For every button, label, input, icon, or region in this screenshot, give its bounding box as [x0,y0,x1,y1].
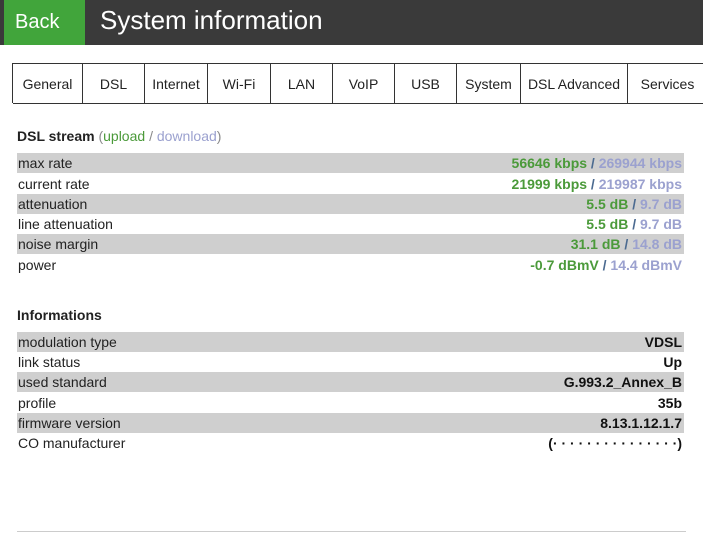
row-value: 35b [657,395,682,411]
row-value: 8.13.1.12.1.7 [600,415,682,431]
row-value: 5.5 dB / 9.7 dB [586,216,682,232]
header-bar: Back System information [0,0,703,45]
informations-heading: Informations [17,307,102,323]
row-label: CO manufacturer [18,435,126,451]
dsl-row-line-attenuation: line attenuation 5.5 dB / 9.7 dB [17,214,684,234]
row-value: 31.1 dB / 14.8 dB [570,236,682,252]
row-value: -0.7 dBmV / 14.4 dBmV [530,257,682,273]
info-row-profile: profile 35b [17,393,684,413]
tab-usb[interactable]: USB [395,64,457,104]
info-row-link-status: link status Up [17,352,684,372]
dsl-row-current-rate: current rate 21999 kbps / 219987 kbps [17,174,684,194]
paren-close: ) [216,128,222,144]
row-label: link status [18,354,81,370]
tab-bar: General DSL Internet Wi-Fi LAN VoIP USB … [12,63,703,104]
info-row-modulation-type: modulation type VDSL [17,332,684,352]
row-label: used standard [18,374,107,390]
row-value: 5.5 dB / 9.7 dB [586,196,682,212]
dsl-stream-heading: DSL stream (upload / download) [17,128,221,144]
tab-dsl-advanced[interactable]: DSL Advanced [521,64,628,104]
tab-wifi[interactable]: Wi-Fi [208,64,271,104]
back-button[interactable]: Back [4,0,85,45]
row-label: profile [18,395,57,411]
row-label: firmware version [18,415,121,431]
dsl-row-noise-margin: noise margin 31.1 dB / 14.8 dB [17,234,684,254]
info-row-firmware-version: firmware version 8.13.1.12.1.7 [17,413,684,433]
download-legend: download [156,128,217,144]
row-value: 56646 kbps / 269944 kbps [511,155,682,171]
dsl-row-power: power -0.7 dBmV / 14.4 dBmV [17,255,684,275]
row-value: 21999 kbps / 219987 kbps [511,176,682,192]
info-row-used-standard: used standard G.993.2_Annex_B [17,372,684,392]
row-label: current rate [18,176,90,192]
row-label: noise margin [18,236,99,252]
tab-services[interactable]: Services [628,64,703,104]
legend-slash: / [149,128,153,144]
tab-dsl[interactable]: DSL [83,64,145,104]
tab-voip[interactable]: VoIP [333,64,395,104]
tab-system[interactable]: System [457,64,521,104]
dsl-row-attenuation: attenuation 5.5 dB / 9.7 dB [17,194,684,214]
row-label: modulation type [18,334,117,350]
info-row-co-manufacturer: CO manufacturer (· · · · · · · · · · · ·… [17,433,684,453]
tab-lan[interactable]: LAN [271,64,333,104]
row-value: VDSL [644,334,682,350]
row-label: max rate [18,155,73,171]
page-title: System information [100,5,323,35]
row-value: (· · · · · · · · · · · · · · ·) [548,435,682,451]
row-value: G.993.2_Annex_B [563,374,682,390]
tab-general[interactable]: General [13,64,83,104]
dsl-stream-title: DSL stream [17,128,95,144]
dsl-row-max-rate: max rate 56646 kbps / 269944 kbps [17,153,684,173]
row-label: power [18,257,57,273]
row-value: Up [663,354,682,370]
row-label: attenuation [18,196,88,212]
tab-internet[interactable]: Internet [145,64,208,104]
row-label: line attenuation [18,216,113,232]
footer-divider [17,531,686,532]
upload-legend: upload [103,128,146,144]
